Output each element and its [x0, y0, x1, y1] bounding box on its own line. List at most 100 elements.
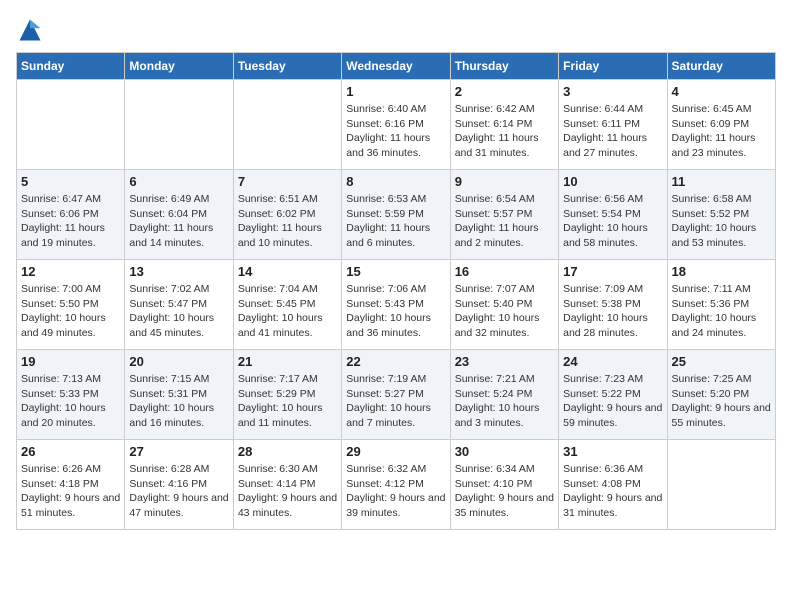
day-cell: 23 Sunrise: 7:21 AM Sunset: 5:24 PM Dayli…	[450, 350, 558, 440]
day-number: 7	[238, 174, 337, 189]
day-cell: 30 Sunrise: 6:34 AM Sunset: 4:10 PM Dayli…	[450, 440, 558, 530]
day-info: Sunrise: 7:09 AM Sunset: 5:38 PM Dayligh…	[563, 282, 662, 341]
day-headers-row: SundayMondayTuesdayWednesdayThursdayFrid…	[17, 53, 776, 80]
day-cell: 12 Sunrise: 7:00 AM Sunset: 5:50 PM Dayli…	[17, 260, 125, 350]
week-row-1: 1 Sunrise: 6:40 AM Sunset: 6:16 PM Daylig…	[17, 80, 776, 170]
day-info: Sunrise: 7:04 AM Sunset: 5:45 PM Dayligh…	[238, 282, 337, 341]
day-cell	[17, 80, 125, 170]
day-number: 3	[563, 84, 662, 99]
day-cell: 16 Sunrise: 7:07 AM Sunset: 5:40 PM Dayli…	[450, 260, 558, 350]
day-info: Sunrise: 6:36 AM Sunset: 4:08 PM Dayligh…	[563, 462, 662, 521]
day-number: 27	[129, 444, 228, 459]
day-number: 26	[21, 444, 120, 459]
day-number: 19	[21, 354, 120, 369]
day-cell: 17 Sunrise: 7:09 AM Sunset: 5:38 PM Dayli…	[559, 260, 667, 350]
day-number: 31	[563, 444, 662, 459]
day-number: 23	[455, 354, 554, 369]
day-info: Sunrise: 6:30 AM Sunset: 4:14 PM Dayligh…	[238, 462, 337, 521]
day-info: Sunrise: 7:15 AM Sunset: 5:31 PM Dayligh…	[129, 372, 228, 431]
day-number: 30	[455, 444, 554, 459]
day-info: Sunrise: 6:53 AM Sunset: 5:59 PM Dayligh…	[346, 192, 445, 251]
day-number: 4	[672, 84, 771, 99]
day-info: Sunrise: 7:06 AM Sunset: 5:43 PM Dayligh…	[346, 282, 445, 341]
day-cell: 1 Sunrise: 6:40 AM Sunset: 6:16 PM Daylig…	[342, 80, 450, 170]
day-number: 9	[455, 174, 554, 189]
day-info: Sunrise: 6:32 AM Sunset: 4:12 PM Dayligh…	[346, 462, 445, 521]
page-header	[16, 16, 776, 44]
day-info: Sunrise: 6:44 AM Sunset: 6:11 PM Dayligh…	[563, 102, 662, 161]
day-cell: 18Sunrise: 7:11 AM Sunset: 5:36 PM Dayli…	[667, 260, 775, 350]
day-number: 25	[672, 354, 771, 369]
day-info: Sunrise: 6:45 AM Sunset: 6:09 PM Dayligh…	[672, 102, 771, 161]
day-number: 12	[21, 264, 120, 279]
logo-icon	[16, 16, 44, 44]
col-header-saturday: Saturday	[667, 53, 775, 80]
day-number: 13	[129, 264, 228, 279]
day-info: Sunrise: 6:49 AM Sunset: 6:04 PM Dayligh…	[129, 192, 228, 251]
logo	[16, 16, 48, 44]
day-number: 21	[238, 354, 337, 369]
day-number: 11	[672, 174, 771, 189]
day-cell: 4 Sunrise: 6:45 AM Sunset: 6:09 PM Daylig…	[667, 80, 775, 170]
day-cell: 27 Sunrise: 6:28 AM Sunset: 4:16 PM Dayli…	[125, 440, 233, 530]
day-number: 5	[21, 174, 120, 189]
day-number: 22	[346, 354, 445, 369]
col-header-wednesday: Wednesday	[342, 53, 450, 80]
day-cell: 15Sunrise: 7:06 AM Sunset: 5:43 PM Dayli…	[342, 260, 450, 350]
day-info: Sunrise: 7:00 AM Sunset: 5:50 PM Dayligh…	[21, 282, 120, 341]
day-cell: 21 Sunrise: 7:17 AM Sunset: 5:29 PM Dayli…	[233, 350, 341, 440]
day-number: 8	[346, 174, 445, 189]
day-info: Sunrise: 7:21 AM Sunset: 5:24 PM Dayligh…	[455, 372, 554, 431]
day-cell: 20 Sunrise: 7:15 AM Sunset: 5:31 PM Dayli…	[125, 350, 233, 440]
week-row-2: 5 Sunrise: 6:47 AM Sunset: 6:06 PM Daylig…	[17, 170, 776, 260]
col-header-monday: Monday	[125, 53, 233, 80]
day-cell: 13 Sunrise: 7:02 AM Sunset: 5:47 PM Dayli…	[125, 260, 233, 350]
day-cell: 6Sunrise: 6:49 AM Sunset: 6:04 PM Daylig…	[125, 170, 233, 260]
day-cell: 24 Sunrise: 7:23 AM Sunset: 5:22 PM Dayli…	[559, 350, 667, 440]
day-number: 10	[563, 174, 662, 189]
day-cell: 9Sunrise: 6:54 AM Sunset: 5:57 PM Daylig…	[450, 170, 558, 260]
day-info: Sunrise: 6:56 AM Sunset: 5:54 PM Dayligh…	[563, 192, 662, 251]
day-cell: 31 Sunrise: 6:36 AM Sunset: 4:08 PM Dayli…	[559, 440, 667, 530]
day-cell: 8 Sunrise: 6:53 AM Sunset: 5:59 PM Daylig…	[342, 170, 450, 260]
day-cell: 25 Sunrise: 7:25 AM Sunset: 5:20 PM Dayli…	[667, 350, 775, 440]
day-cell: 22 Sunrise: 7:19 AM Sunset: 5:27 PM Dayli…	[342, 350, 450, 440]
day-info: Sunrise: 7:07 AM Sunset: 5:40 PM Dayligh…	[455, 282, 554, 341]
day-cell	[667, 440, 775, 530]
day-cell: 11 Sunrise: 6:58 AM Sunset: 5:52 PM Dayli…	[667, 170, 775, 260]
day-cell: 19 Sunrise: 7:13 AM Sunset: 5:33 PM Dayli…	[17, 350, 125, 440]
day-cell: 28 Sunrise: 6:30 AM Sunset: 4:14 PM Dayli…	[233, 440, 341, 530]
day-info: Sunrise: 7:13 AM Sunset: 5:33 PM Dayligh…	[21, 372, 120, 431]
day-number: 24	[563, 354, 662, 369]
day-info: Sunrise: 6:26 AM Sunset: 4:18 PM Dayligh…	[21, 462, 120, 521]
day-info: Sunrise: 6:28 AM Sunset: 4:16 PM Dayligh…	[129, 462, 228, 521]
day-number: 14	[238, 264, 337, 279]
col-header-thursday: Thursday	[450, 53, 558, 80]
day-number: 2	[455, 84, 554, 99]
week-row-3: 12 Sunrise: 7:00 AM Sunset: 5:50 PM Dayli…	[17, 260, 776, 350]
day-number: 18	[672, 264, 771, 279]
day-info: Sunrise: 7:23 AM Sunset: 5:22 PM Dayligh…	[563, 372, 662, 431]
day-cell	[233, 80, 341, 170]
day-info: Sunrise: 6:40 AM Sunset: 6:16 PM Dayligh…	[346, 102, 445, 161]
day-number: 16	[455, 264, 554, 279]
day-cell	[125, 80, 233, 170]
day-number: 29	[346, 444, 445, 459]
day-info: Sunrise: 7:25 AM Sunset: 5:20 PM Dayligh…	[672, 372, 771, 431]
day-number: 20	[129, 354, 228, 369]
day-number: 28	[238, 444, 337, 459]
day-number: 1	[346, 84, 445, 99]
day-cell: 14 Sunrise: 7:04 AM Sunset: 5:45 PM Dayli…	[233, 260, 341, 350]
day-number: 17	[563, 264, 662, 279]
week-row-5: 26 Sunrise: 6:26 AM Sunset: 4:18 PM Dayli…	[17, 440, 776, 530]
day-cell: 29 Sunrise: 6:32 AM Sunset: 4:12 PM Dayli…	[342, 440, 450, 530]
day-info: Sunrise: 6:34 AM Sunset: 4:10 PM Dayligh…	[455, 462, 554, 521]
day-info: Sunrise: 6:58 AM Sunset: 5:52 PM Dayligh…	[672, 192, 771, 251]
day-info: Sunrise: 7:02 AM Sunset: 5:47 PM Dayligh…	[129, 282, 228, 341]
day-info: Sunrise: 7:17 AM Sunset: 5:29 PM Dayligh…	[238, 372, 337, 431]
day-info: Sunrise: 6:47 AM Sunset: 6:06 PM Dayligh…	[21, 192, 120, 251]
day-cell: 10 Sunrise: 6:56 AM Sunset: 5:54 PM Dayli…	[559, 170, 667, 260]
col-header-tuesday: Tuesday	[233, 53, 341, 80]
day-info: Sunrise: 7:19 AM Sunset: 5:27 PM Dayligh…	[346, 372, 445, 431]
day-cell: 26 Sunrise: 6:26 AM Sunset: 4:18 PM Dayli…	[17, 440, 125, 530]
